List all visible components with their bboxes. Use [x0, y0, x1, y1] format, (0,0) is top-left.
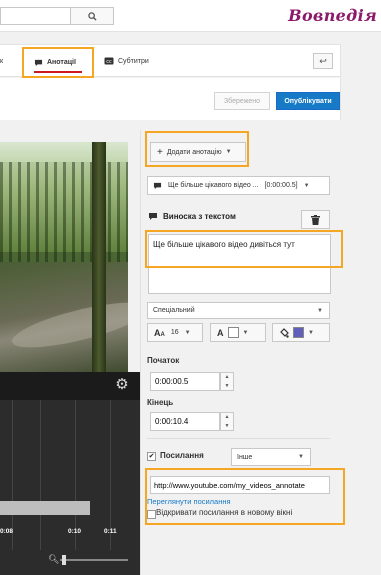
top-bar: Вовпедія: [0, 0, 381, 32]
tab-subtitles-label: Субтитри: [118, 57, 149, 65]
annotation-list-time: [0:00:00.5]: [264, 182, 298, 189]
font-color-select[interactable]: A ▼: [210, 323, 266, 342]
chevron-down-icon: ▼: [298, 454, 304, 460]
chevron-down-icon: ▼: [184, 329, 191, 336]
stepper-down-icon[interactable]: ▼: [221, 422, 233, 431]
new-window-checkbox[interactable]: [147, 510, 156, 519]
annotation-timeline-bar[interactable]: [0, 501, 90, 515]
search-icon: [87, 11, 97, 21]
add-annotation-button[interactable]: + Додати анотацію ▼: [150, 142, 246, 162]
plus-icon: +: [157, 146, 163, 158]
zoom-slider[interactable]: [60, 559, 128, 561]
font-size-value: 16: [170, 329, 179, 336]
start-time-stepper[interactable]: ▲ ▼: [220, 372, 234, 391]
zoom-slider-thumb[interactable]: [62, 555, 66, 565]
chevron-down-icon: ▼: [225, 149, 232, 155]
video-frame-tree-trunk: [92, 142, 106, 372]
end-time-stepper[interactable]: ▲ ▼: [220, 412, 234, 431]
link-label: Посилання: [160, 451, 204, 460]
font-color-icon: A: [217, 327, 224, 338]
end-label: Кінець: [147, 398, 174, 407]
annotation-timeline[interactable]: [0, 400, 140, 575]
background-color-swatch: [293, 327, 304, 338]
style-select[interactable]: Спеціальний ▼: [147, 302, 330, 319]
timeline-tick-label: 0:11: [104, 528, 117, 535]
active-tab-underline: [34, 71, 82, 73]
saved-button[interactable]: Збережено: [214, 92, 270, 110]
speech-bubble-icon: [149, 213, 157, 220]
timeline-tick-label: 0:08: [0, 528, 14, 535]
svg-text:cc: cc: [106, 59, 112, 65]
link-checkbox[interactable]: ✔: [147, 452, 156, 461]
add-annotation-label: Додати анотацію: [166, 148, 222, 156]
stepper-down-icon[interactable]: ▼: [221, 382, 233, 391]
annotation-list-value: Ще більше цікавого відео ...: [168, 182, 259, 189]
cc-icon: cc: [104, 57, 114, 65]
delete-annotation-button[interactable]: [301, 210, 330, 229]
tab-previous[interactable]: к: [0, 45, 10, 77]
search-input[interactable]: [0, 7, 70, 25]
font-color-swatch: [227, 327, 239, 338]
chevron-down-icon: ▼: [242, 329, 249, 336]
start-time-input[interactable]: [150, 372, 220, 391]
timeline-gridline: [40, 400, 41, 550]
editor-tabs: к Анотації cc Субтитри ↩: [0, 44, 341, 78]
annotations-editor: { "header": { "search_placeholder": "", …: [0, 0, 381, 575]
timeline-tick-label: 0:10: [68, 528, 82, 535]
annotation-list-select[interactable]: Ще більше цікавого відео ... [0:00:00.5]…: [147, 176, 330, 195]
style-select-value: Спеціальний: [153, 307, 195, 314]
publish-button[interactable]: Опублікувати: [276, 92, 340, 110]
chevron-down-icon: ▼: [308, 329, 314, 336]
tab-subtitles[interactable]: cc Субтитри: [104, 45, 149, 77]
background-color-select[interactable]: ▼: [272, 323, 330, 342]
font-size-icon: AA: [154, 327, 165, 338]
paint-bucket-icon: [280, 327, 289, 338]
search-button[interactable]: [70, 7, 114, 25]
speech-bubble-icon: [153, 182, 162, 189]
back-button[interactable]: ↩: [313, 53, 333, 69]
callout-title-label: Виноска з текстом: [163, 212, 236, 221]
trash-icon: [311, 214, 320, 225]
stepper-up-icon[interactable]: ▲: [221, 413, 233, 422]
tab-annotations[interactable]: Анотації: [22, 47, 94, 78]
view-link[interactable]: Переглянути посилання: [147, 497, 231, 506]
end-time-input[interactable]: [150, 412, 220, 431]
settings-gear-icon[interactable]: ⚙: [113, 376, 131, 394]
zoom-icon: 🔍︎: [48, 554, 60, 564]
start-label: Початок: [147, 356, 180, 365]
annotation-text-area[interactable]: Ще більше цікавого відео дивіться тут: [148, 234, 331, 294]
new-window-label: Відкривати посилання в новому вікні: [156, 508, 293, 517]
action-row: Збережено Опублікувати: [0, 78, 341, 120]
tab-previous-label: к: [0, 57, 4, 65]
chevron-down-icon: ▼: [317, 307, 323, 314]
font-size-select[interactable]: AA 16 ▼: [147, 323, 203, 342]
link-type-select[interactable]: Інше ▼: [231, 448, 311, 466]
speech-bubble-icon: [34, 59, 43, 66]
url-input[interactable]: [150, 476, 330, 494]
section-divider: [147, 438, 330, 439]
chevron-down-icon: ▼: [303, 182, 310, 189]
tab-annotations-label: Анотації: [47, 59, 76, 66]
callout-title: Виноска з текстом: [148, 212, 236, 221]
video-preview[interactable]: [0, 142, 128, 372]
link-type-value: Інше: [237, 453, 253, 461]
undo-arrow-icon: ↩: [319, 55, 327, 66]
site-logo: Вовпедія: [288, 6, 377, 25]
stepper-up-icon[interactable]: ▲: [221, 373, 233, 382]
